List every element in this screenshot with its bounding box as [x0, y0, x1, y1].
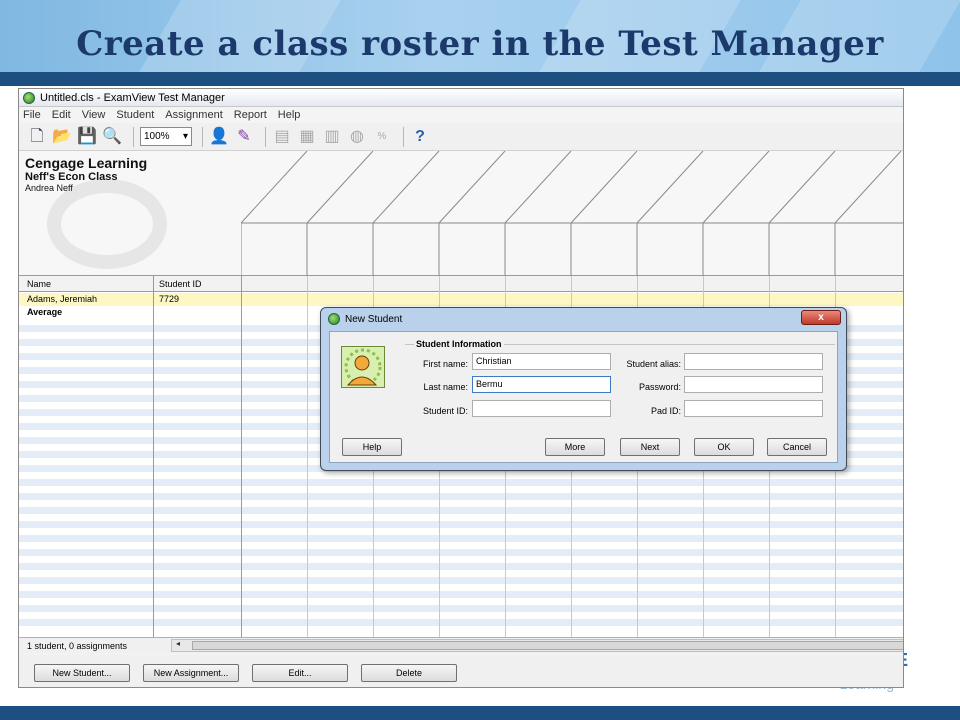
- menu-view[interactable]: View: [82, 109, 106, 121]
- delete-button[interactable]: Delete: [361, 664, 457, 682]
- pad-id-label: Pad ID:: [650, 406, 681, 416]
- first-name-field[interactable]: Christian: [472, 353, 611, 370]
- average-label: Average: [27, 307, 63, 317]
- close-button[interactable]: x: [801, 310, 841, 325]
- organization-name: Cengage Learning: [25, 155, 148, 171]
- status-text: 1 student, 0 assignments: [27, 640, 128, 651]
- horizontal-scrollbar[interactable]: ◂: [171, 639, 903, 652]
- add-student-icon[interactable]: 👤: [209, 127, 229, 147]
- examview-app-icon: [328, 313, 340, 325]
- row-stripe: [19, 605, 903, 612]
- report-icon[interactable]: ▤: [272, 127, 292, 147]
- last-name-label: Last name:: [423, 382, 468, 392]
- toolbar-separator: [202, 126, 203, 147]
- row-stripe: [19, 493, 903, 500]
- row-stripe: [19, 521, 903, 528]
- first-name-label: First name:: [422, 359, 468, 369]
- toolbar-separator: [133, 126, 134, 147]
- slide-title: Create a class roster in the Test Manage…: [76, 24, 884, 64]
- column-header-name[interactable]: Name: [19, 276, 153, 292]
- new-assignment-button[interactable]: New Assignment...: [143, 664, 239, 682]
- footer-bar: [0, 706, 960, 720]
- row-stripe: [19, 577, 903, 584]
- toolbar-separator: [403, 126, 404, 147]
- student-id-label: Student ID:: [422, 406, 468, 416]
- help-icon[interactable]: ?: [410, 127, 430, 147]
- toolbar: 🗋 📂 💾 🔍 100% ▾ 👤 ✎ ▤ ▦ ▥ ◍ % ?: [19, 123, 903, 151]
- header-bar: [0, 72, 960, 86]
- menu-student[interactable]: Student: [116, 109, 154, 121]
- menu-file[interactable]: File: [23, 109, 41, 121]
- percent-icon[interactable]: %: [372, 127, 392, 147]
- zoom-select[interactable]: 100% ▾: [140, 127, 192, 146]
- status-bar: 1 student, 0 assignments ◂: [19, 637, 903, 653]
- assignment-column-headers: [241, 151, 903, 276]
- print-icon[interactable]: ▥: [322, 127, 342, 147]
- class-header-area: Cengage Learning Neff's Econ Class Andre…: [19, 151, 903, 276]
- student-alias-field[interactable]: [684, 353, 823, 370]
- password-field[interactable]: [684, 376, 823, 393]
- menu-bar: File Edit View Student Assignment Report…: [19, 107, 903, 123]
- menu-help[interactable]: Help: [278, 109, 301, 121]
- row-stripe: [19, 549, 903, 556]
- close-icon: x: [818, 312, 824, 323]
- slide: Create a class roster in the Test Manage…: [0, 0, 960, 720]
- pad-id-field[interactable]: [684, 400, 823, 417]
- next-button[interactable]: Next: [620, 438, 680, 456]
- bottom-button-bar: New Student... New Assignment... Edit...…: [19, 655, 903, 687]
- class-info: Cengage Learning Neff's Econ Class Andre…: [25, 155, 235, 273]
- edit-report-icon[interactable]: ▦: [297, 127, 317, 147]
- student-name: Adams, Jeremiah: [27, 294, 98, 304]
- menu-edit[interactable]: Edit: [52, 109, 71, 121]
- row-stripe: [19, 507, 903, 514]
- zoom-value: 100%: [144, 131, 170, 142]
- cancel-button[interactable]: Cancel: [767, 438, 827, 456]
- new-student-button[interactable]: New Student...: [34, 664, 130, 682]
- examview-app-icon: [23, 91, 35, 104]
- row-stripe: [19, 563, 903, 570]
- grid-divider: [153, 276, 154, 637]
- grid-divider: [307, 276, 308, 637]
- help-button[interactable]: Help: [342, 438, 402, 456]
- row-stripe: [19, 591, 903, 598]
- window-titlebar: Untitled.cls - ExamView Test Manager: [19, 89, 903, 107]
- more-button[interactable]: More: [545, 438, 605, 456]
- new-student-dialog: New Student x Student Information First …: [320, 307, 847, 471]
- save-icon[interactable]: 💾: [77, 127, 97, 147]
- toolbar-separator: [265, 126, 266, 147]
- teacher-name: Andrea Neff: [25, 183, 73, 193]
- zoom-icon[interactable]: 🔍: [102, 127, 122, 147]
- last-name-field[interactable]: Bermu: [472, 376, 611, 393]
- student-alias-label: Student alias:: [626, 359, 681, 369]
- student-id-field[interactable]: [472, 400, 611, 417]
- scroll-left-icon[interactable]: ◂: [176, 639, 180, 648]
- dialog-titlebar: New Student: [328, 313, 402, 325]
- new-file-icon[interactable]: 🗋: [27, 127, 47, 147]
- row-stripe: [19, 479, 903, 486]
- dialog-title: New Student: [345, 313, 403, 325]
- table-row[interactable]: Adams, Jeremiah 7729: [19, 293, 903, 306]
- chevron-down-icon: ▾: [182, 131, 188, 142]
- grid-divider: [241, 276, 242, 637]
- password-label: Password:: [638, 382, 681, 392]
- menu-assignment[interactable]: Assignment: [165, 109, 222, 121]
- menu-report[interactable]: Report: [234, 109, 267, 121]
- scroll-thumb[interactable]: [192, 641, 903, 650]
- class-name: Neff's Econ Class: [25, 171, 118, 183]
- window-title: Untitled.cls - ExamView Test Manager: [40, 91, 225, 104]
- student-id: 7729: [159, 294, 180, 304]
- column-header-assignments: [241, 276, 903, 292]
- row-stripe: [19, 619, 903, 626]
- group-label: Student Information: [414, 339, 504, 349]
- edit-button[interactable]: Edit...: [252, 664, 348, 682]
- open-folder-icon[interactable]: 📂: [52, 127, 72, 147]
- column-header-student-id[interactable]: Student ID: [153, 276, 241, 292]
- student-avatar-icon: [341, 346, 385, 388]
- dialog-body: Student Information First name: Christia…: [329, 331, 838, 463]
- add-assignment-icon[interactable]: ✎: [234, 127, 254, 147]
- globe-icon[interactable]: ◍: [347, 127, 367, 147]
- ok-button[interactable]: OK: [694, 438, 754, 456]
- row-stripe: [19, 535, 903, 542]
